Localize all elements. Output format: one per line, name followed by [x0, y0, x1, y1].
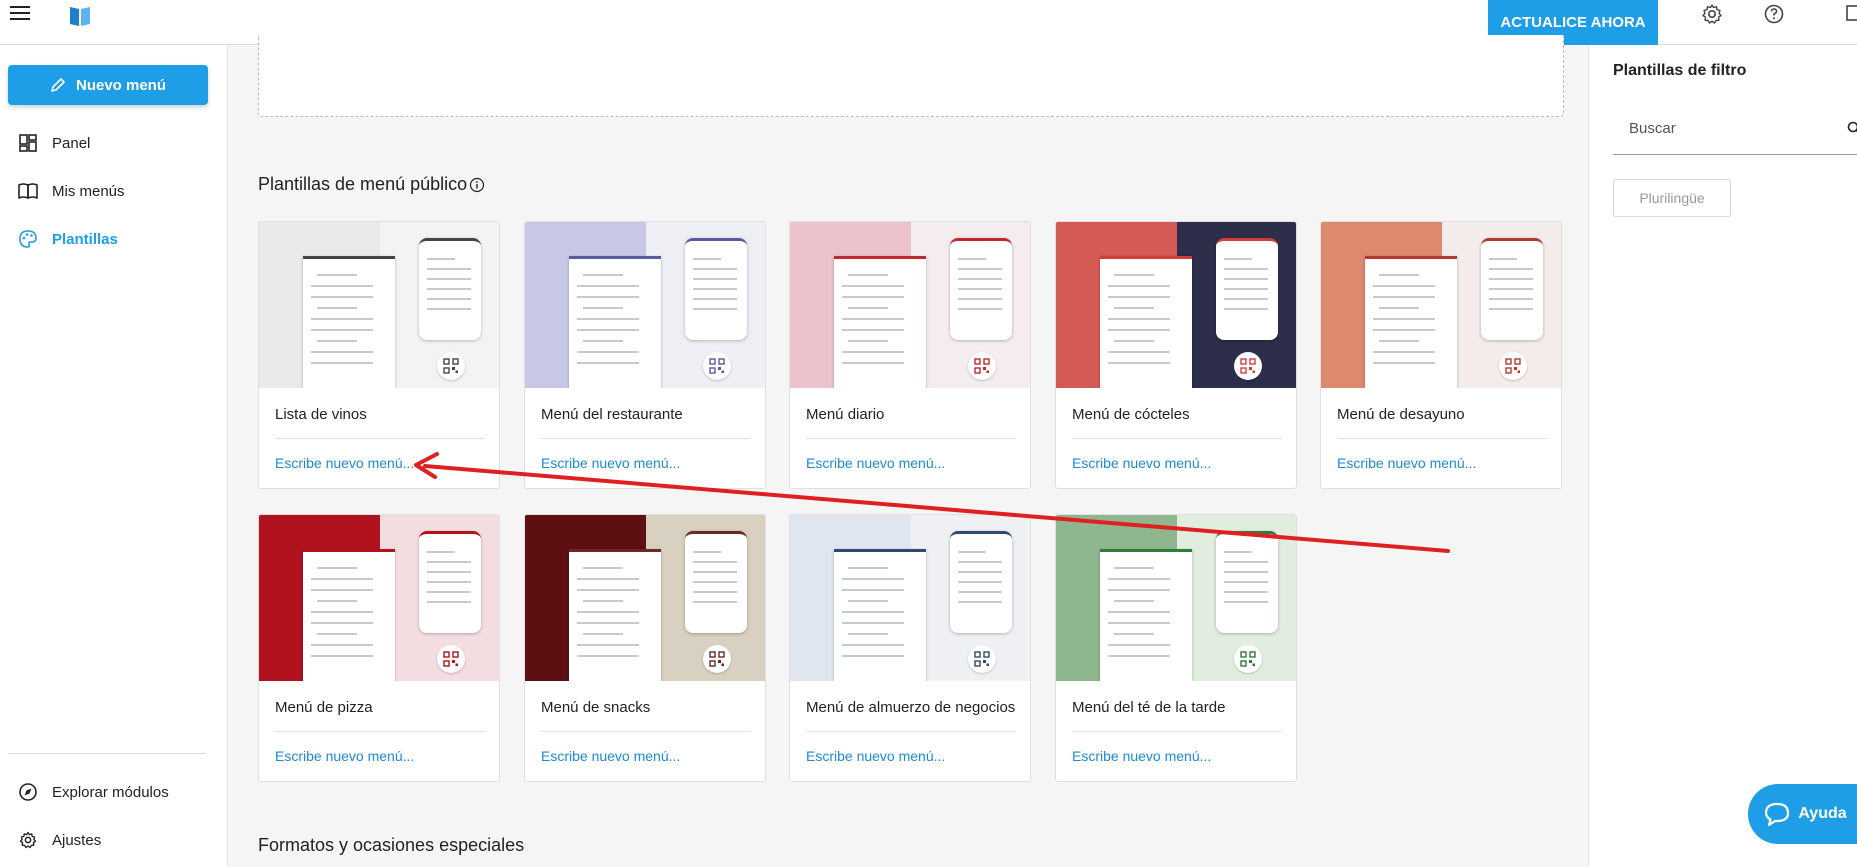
template-thumbnail[interactable] [525, 515, 765, 681]
template-thumbnail[interactable] [259, 515, 499, 681]
palette-icon [19, 230, 37, 248]
new-menu-label: Nuevo menú [75, 76, 166, 94]
upload-dropzone[interactable] [258, 35, 1564, 117]
panel-toggle-icon[interactable] [1843, 0, 1857, 30]
card-divider [1072, 731, 1282, 732]
qr-code-icon [1234, 645, 1262, 673]
hamburger-menu-icon[interactable] [10, 6, 30, 22]
write-new-menu-link[interactable]: Escribe nuevo menú... [275, 748, 414, 764]
card-divider [806, 731, 1016, 732]
qr-code-icon [968, 645, 996, 673]
sidebar: Nuevo menú Panel Mis menús Plantillas Ex… [0, 45, 228, 867]
write-new-menu-link[interactable]: Escribe nuevo menú... [541, 455, 680, 471]
template-name: Menú de almuerzo de negocios [806, 699, 1016, 716]
gear-icon[interactable] [1700, 2, 1724, 26]
qr-code-icon [703, 352, 731, 380]
qr-code-icon [437, 645, 465, 673]
help-label: Ayuda [1798, 805, 1847, 822]
write-new-menu-link[interactable]: Escribe nuevo menú... [806, 455, 945, 471]
qr-code-icon [437, 352, 465, 380]
write-new-menu-link[interactable]: Escribe nuevo menú... [1072, 455, 1211, 471]
card-divider [1337, 438, 1547, 439]
template-name: Menú del té de la tarde [1072, 699, 1226, 716]
card-divider [275, 438, 485, 439]
sidebar-item-label: Plantillas [52, 230, 118, 248]
write-new-menu-link[interactable]: Escribe nuevo menú... [1072, 748, 1211, 764]
public-templates-heading: Plantillas de menú público [258, 174, 485, 195]
sidebar-item-label: Panel [52, 134, 91, 152]
sidebar-item-settings[interactable]: Ajustes [18, 827, 101, 853]
search-input[interactable] [1613, 103, 1857, 155]
write-new-menu-link[interactable]: Escribe nuevo menú... [275, 455, 414, 471]
template-name: Menú de desayuno [1337, 406, 1465, 423]
compass-icon [19, 783, 37, 801]
template-card[interactable]: Menú del té de la tarde Escribe nuevo me… [1055, 514, 1297, 782]
sidebar-item-panel[interactable]: Panel [18, 130, 90, 156]
multilingual-filter-chip[interactable]: Plurilingüe [1613, 179, 1731, 217]
sidebar-item-label: Mis menús [52, 182, 125, 200]
sidebar-item-my-menus[interactable]: Mis menús [18, 178, 125, 204]
template-card[interactable]: Menú de desayuno Escribe nuevo menú... [1320, 221, 1562, 489]
card-divider [275, 731, 485, 732]
qr-code-icon [1499, 352, 1527, 380]
write-new-menu-link[interactable]: Escribe nuevo menú... [806, 748, 945, 764]
template-thumbnail[interactable] [259, 222, 499, 388]
search-icon[interactable] [1847, 121, 1857, 135]
template-name: Lista de vinos [275, 406, 367, 423]
template-name: Menú de snacks [541, 699, 651, 716]
gear-icon [19, 831, 37, 849]
sidebar-item-templates[interactable]: Plantillas [18, 226, 118, 252]
template-card[interactable]: Lista de vinos Escribe nuevo menú... [258, 221, 500, 489]
qr-code-icon [703, 645, 731, 673]
template-name: Menú de cócteles [1072, 406, 1190, 423]
sidebar-divider [8, 753, 206, 754]
template-thumbnail[interactable] [1056, 222, 1296, 388]
card-divider [1072, 438, 1282, 439]
book-icon [18, 183, 38, 199]
help-button[interactable]: Ayuda [1748, 784, 1857, 844]
special-formats-heading: Formatos y ocasiones especiales [258, 835, 525, 855]
template-name: Menú diario [806, 406, 885, 423]
app-logo-icon[interactable] [68, 4, 92, 28]
template-card[interactable]: Menú de snacks Escribe nuevo menú... [524, 514, 766, 782]
template-card[interactable]: Menú del restaurante Escribe nuevo menú.… [524, 221, 766, 489]
card-divider [541, 731, 751, 732]
template-thumbnail[interactable] [1056, 515, 1296, 681]
template-name: Menú de pizza [275, 699, 373, 716]
qr-code-icon [1234, 352, 1262, 380]
pencil-icon [51, 78, 65, 92]
help-circle-icon[interactable] [1762, 2, 1786, 26]
main-content: Plantillas de menú público Lista de vino… [228, 35, 1588, 867]
card-divider [806, 438, 1016, 439]
template-name: Menú del restaurante [541, 406, 683, 423]
new-menu-button[interactable]: Nuevo menú [8, 65, 208, 105]
template-thumbnail[interactable] [525, 222, 765, 388]
template-thumbnail[interactable] [790, 222, 1030, 388]
filter-panel: Plantillas de filtro Plurilingüe [1588, 45, 1857, 867]
chat-bubble-icon [1765, 802, 1790, 826]
dashboard-icon [19, 134, 37, 152]
sidebar-item-label: Ajustes [52, 831, 102, 849]
filter-panel-title: Plantillas de filtro [1613, 62, 1747, 79]
sidebar-item-explore-modules[interactable]: Explorar módulos [18, 779, 169, 805]
template-card[interactable]: Menú de cócteles Escribe nuevo menú... [1055, 221, 1297, 489]
template-card[interactable]: Menú diario Escribe nuevo menú... [789, 221, 1031, 489]
template-card[interactable]: Menú de almuerzo de negocios Escribe nue… [789, 514, 1031, 782]
write-new-menu-link[interactable]: Escribe nuevo menú... [541, 748, 680, 764]
card-divider [541, 438, 751, 439]
template-card[interactable]: Menú de pizza Escribe nuevo menú... [258, 514, 500, 782]
template-thumbnail[interactable] [790, 515, 1030, 681]
info-icon[interactable] [469, 177, 485, 193]
section-title: Plantillas de menú público [258, 174, 468, 194]
write-new-menu-link[interactable]: Escribe nuevo menú... [1337, 455, 1476, 471]
sidebar-item-label: Explorar módulos [52, 783, 169, 801]
qr-code-icon [968, 352, 996, 380]
template-thumbnail[interactable] [1321, 222, 1561, 388]
